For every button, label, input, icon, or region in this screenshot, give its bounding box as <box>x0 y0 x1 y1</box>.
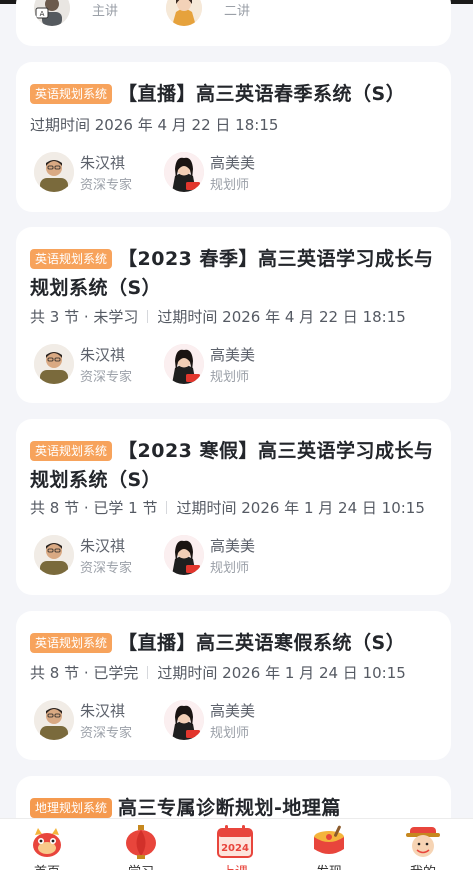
teacher-name: 朱汉祺 <box>80 702 126 720</box>
lesson-progress: 共 8 节 · 已学 1 节 <box>30 499 158 517</box>
planner-avatar <box>164 535 204 575</box>
teacher-name: 朱汉祺 <box>80 346 126 364</box>
planner-role: 规划师 <box>210 561 250 576</box>
svg-text:A: A <box>40 10 45 18</box>
avatar-image <box>34 152 74 192</box>
course-meta: 共 8 节 · 已学 1 节过期时间 2026 年 1 月 24 日 10:15 <box>30 497 441 518</box>
course-title-row: 英语规划系统 【直播】高三英语春季系统（S） <box>30 80 437 109</box>
tab-mine[interactable]: 我的 <box>376 819 470 870</box>
expiry-time: 过期时间 2026 年 1 月 24 日 10:15 <box>176 499 425 517</box>
planner-name: 高美美 <box>210 537 256 555</box>
avatar-image <box>34 535 74 575</box>
tab-label: 学习 <box>94 861 188 870</box>
course-title: 高三专属诊断规划-地理篇 <box>118 797 341 819</box>
course-card[interactable]: 英语规划系统 【直播】高三英语春季系统（S） 过期时间 2026 年 4 月 22… <box>16 62 451 212</box>
avatar-image <box>164 344 204 384</box>
avatar-image <box>164 535 204 575</box>
lesson-progress: 共 3 节 · 未学习 <box>30 308 139 326</box>
course-tag: 英语规划系统 <box>30 249 113 269</box>
teacher-avatar <box>34 700 74 740</box>
course-tag: 英语规划系统 <box>30 84 113 104</box>
tab-label: 我的 <box>376 861 470 870</box>
planner-name: 高美美 <box>210 346 256 364</box>
lantern-icon <box>126 825 156 859</box>
calendar-2024-icon: 2024 <box>217 825 253 858</box>
planner-avatar <box>166 0 202 26</box>
course-meta: 共 8 节 · 已学完 过期时间 2026 年 1 月 24 日 10:15 <box>30 662 441 683</box>
teacher-role: 主讲 <box>92 4 119 19</box>
avatar-image <box>166 0 202 26</box>
planner-role: 规划师 <box>210 726 250 741</box>
course-tag: 英语规划系统 <box>30 441 113 461</box>
avatar-image <box>34 344 74 384</box>
course-tag: 地理规划系统 <box>30 798 113 818</box>
tab-label: 上课 <box>188 861 282 870</box>
tab-class[interactable]: 2024 上课 <box>188 819 282 870</box>
lesson-progress: 共 8 节 · 已学完 <box>30 664 139 682</box>
dragon-icon <box>33 828 61 857</box>
teacher-role: 资深专家 <box>80 178 133 193</box>
course-title-row: 英语规划系统 【2023 春季】高三英语学习成长与规划系统（S） <box>30 245 437 303</box>
course-list-screen: A 主讲 二讲 英语规划系统 【直播】高三英语春季系统（S） 过期时间 2026 … <box>0 0 473 870</box>
teacher-role: 资深专家 <box>80 370 133 385</box>
avatar-image <box>164 700 204 740</box>
teacher-name: 朱汉祺 <box>80 154 126 172</box>
teacher-role: 资深专家 <box>80 561 133 576</box>
planner-name: 高美美 <box>210 702 256 720</box>
course-title: 【直播】高三英语寒假系统（S） <box>118 632 406 654</box>
tab-label: 发现 <box>282 861 376 870</box>
meta-divider <box>147 310 149 323</box>
expiry-time: 过期时间 2026 年 1 月 24 日 10:15 <box>157 664 406 682</box>
planner-avatar <box>164 344 204 384</box>
planner-name: 高美美 <box>210 154 256 172</box>
course-card-partial[interactable]: A 主讲 二讲 <box>16 0 451 46</box>
tab-label: 首页 <box>0 861 94 870</box>
avatar-image <box>164 152 204 192</box>
course-card[interactable]: 英语规划系统 【2023 寒假】高三英语学习成长与规划系统（S） 共 8 节 · … <box>16 419 451 595</box>
teacher-avatar <box>34 344 74 384</box>
teacher-role: 资深专家 <box>80 726 133 741</box>
planner-avatar <box>164 700 204 740</box>
expiry-time: 过期时间 2026 年 4 月 22 日 18:15 <box>30 116 279 134</box>
course-title-row: 英语规划系统 【2023 寒假】高三英语学习成长与规划系统（S） <box>30 437 437 495</box>
tab-discover[interactable]: 发现 <box>282 819 376 870</box>
calendar-badge: 2024 <box>221 843 249 854</box>
teacher-avatar <box>34 535 74 575</box>
course-tag: 英语规划系统 <box>30 633 113 653</box>
tab-study[interactable]: 学习 <box>94 819 188 870</box>
expiry-time: 过期时间 2026 年 4 月 22 日 18:15 <box>157 308 406 326</box>
teacher-name: 朱汉祺 <box>80 537 126 555</box>
teacher-avatar <box>34 152 74 192</box>
meta-divider <box>147 666 149 679</box>
planner-role: 规划师 <box>210 370 250 385</box>
course-card[interactable]: 英语规划系统 【直播】高三英语寒假系统（S） 共 8 节 · 已学完 过期时间 20… <box>16 611 451 760</box>
fortune-god-icon <box>406 827 440 857</box>
course-meta: 过期时间 2026 年 4 月 22 日 18:15 <box>30 114 441 135</box>
course-title: 【直播】高三英语春季系统（S） <box>118 83 406 105</box>
teacher-avatar: A <box>34 0 70 26</box>
course-card[interactable]: 英语规划系统 【2023 春季】高三英语学习成长与规划系统（S） 共 3 节 · … <box>16 227 451 403</box>
tab-home[interactable]: 首页 <box>0 819 94 870</box>
drum-icon <box>314 825 344 854</box>
course-title-row: 英语规划系统 【直播】高三英语寒假系统（S） <box>30 629 437 658</box>
bottom-tab-bar: 首页 学习 2024 上课 <box>0 818 473 870</box>
course-meta: 共 3 节 · 未学习 过期时间 2026 年 4 月 22 日 18:15 <box>30 306 441 327</box>
planner-avatar <box>164 152 204 192</box>
avatar-image <box>34 700 74 740</box>
planner-role: 规划师 <box>210 178 250 193</box>
avatar-image: A <box>34 0 70 26</box>
meta-divider <box>166 501 168 514</box>
planner-role: 二讲 <box>224 4 251 19</box>
